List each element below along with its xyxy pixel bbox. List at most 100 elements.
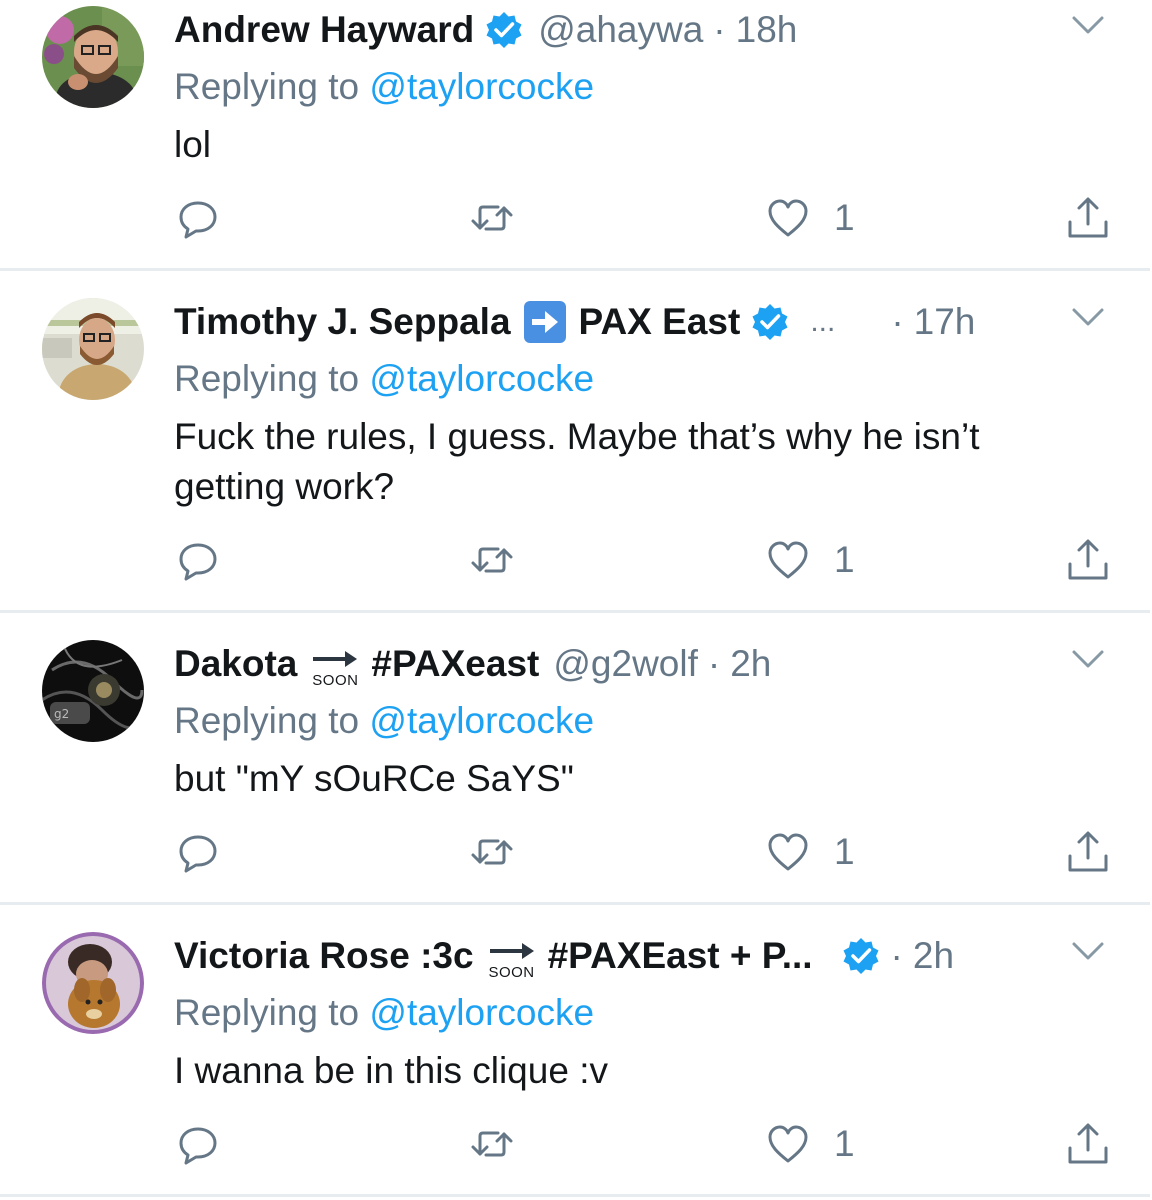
divider <box>0 1194 1150 1197</box>
reply-button[interactable] <box>176 830 220 874</box>
soon-arrow-icon: SOON <box>311 648 359 689</box>
retweet-icon <box>471 547 513 573</box>
chevron-down-icon[interactable] <box>1070 644 1106 674</box>
share-icon <box>1068 1123 1108 1164</box>
svg-text:g2: g2 <box>54 707 69 721</box>
replying-prefix: Replying to <box>174 992 360 1033</box>
divider <box>0 610 1150 613</box>
tweet[interactable]: Andrew Hayward @ahaywa · 18h Replying to… <box>0 0 1152 270</box>
tweet-text: lol <box>174 124 212 165</box>
share-button[interactable] <box>1066 830 1110 874</box>
replying-to: Replying to @taylorcocke <box>174 66 594 108</box>
truncation-ellipsis: ... <box>810 305 836 338</box>
share-icon <box>1068 539 1108 580</box>
mention-link[interactable]: @taylorcocke <box>369 700 594 741</box>
timestamp[interactable]: 2h <box>913 935 954 977</box>
soon-label: SOON <box>488 963 535 981</box>
mention-link[interactable]: @taylorcocke <box>369 66 594 107</box>
tweet[interactable]: Timothy J. Seppala PAX East ... · 17h Re… <box>0 272 1152 610</box>
reply-icon <box>179 201 217 239</box>
avatar[interactable]: g2 <box>42 640 144 742</box>
tweet[interactable]: Victoria Rose :3c SOON #PAXEast + P... ·… <box>0 906 1152 1196</box>
display-name-suffix[interactable]: #PAXeast <box>371 643 539 685</box>
separator-dot: · <box>891 301 904 342</box>
tweet-text: but "mY sOuRCe SaYS" <box>174 758 574 799</box>
tweet-header: Victoria Rose :3c SOON #PAXEast + P... ·… <box>174 932 1042 980</box>
like-count: 1 <box>834 1123 855 1164</box>
retweet-icon <box>471 205 513 231</box>
retweet-icon <box>471 839 513 865</box>
reply-icon <box>179 1127 217 1165</box>
tweet-text: Fuck the rules, I guess. Maybe that’s wh… <box>174 416 980 507</box>
heart-icon <box>768 541 808 579</box>
like-count: 1 <box>834 197 855 238</box>
avatar[interactable] <box>42 932 144 1034</box>
action-bar: 1 <box>0 830 1152 878</box>
reply-button[interactable] <box>176 538 220 582</box>
right-arrow-icon <box>523 300 567 344</box>
display-name[interactable]: Timothy J. Seppala <box>174 301 511 343</box>
retweet-button[interactable] <box>470 1122 514 1166</box>
mention-link[interactable]: @taylorcocke <box>369 992 594 1033</box>
retweet-button[interactable] <box>470 830 514 874</box>
avatar[interactable] <box>42 298 144 400</box>
display-name[interactable]: Andrew Hayward <box>174 9 474 51</box>
display-name-suffix[interactable]: #PAXEast + P... <box>548 935 813 977</box>
share-button[interactable] <box>1066 1122 1110 1166</box>
reply-button[interactable] <box>176 196 220 240</box>
retweet-button[interactable] <box>470 538 514 582</box>
action-bar: 1 <box>0 196 1152 244</box>
timestamp[interactable]: 2h <box>730 643 771 685</box>
chevron-down-icon[interactable] <box>1070 10 1106 40</box>
heart-icon <box>768 1125 808 1163</box>
like-count: 1 <box>834 831 855 872</box>
like-button[interactable]: 1 <box>766 196 855 240</box>
chevron-down-icon[interactable] <box>1070 936 1106 966</box>
like-button[interactable]: 1 <box>766 1122 855 1166</box>
display-name-suffix[interactable]: PAX East <box>579 301 741 343</box>
action-bar: 1 <box>0 1122 1152 1170</box>
tweet-header: Timothy J. Seppala PAX East ... · 17h <box>174 298 1042 346</box>
user-handle[interactable]: @g2wolf <box>553 643 698 685</box>
user-handle[interactable]: @ahaywa <box>538 9 703 51</box>
reply-icon <box>179 543 217 581</box>
timestamp[interactable]: 17h <box>914 301 976 343</box>
soon-arrow-icon: SOON <box>488 940 536 981</box>
share-icon <box>1068 197 1108 238</box>
share-icon <box>1068 831 1108 872</box>
reply-icon <box>179 835 217 873</box>
display-name[interactable]: Victoria Rose :3c <box>174 935 474 977</box>
heart-icon <box>768 833 808 871</box>
replying-prefix: Replying to <box>174 66 360 107</box>
verified-badge-icon <box>484 10 524 50</box>
mention-link[interactable]: @taylorcocke <box>369 358 594 399</box>
tweet-text: I wanna be in this clique :v <box>174 1050 608 1091</box>
reply-button[interactable] <box>176 1122 220 1166</box>
replying-to: Replying to @taylorcocke <box>174 358 594 400</box>
chevron-down-icon[interactable] <box>1070 302 1106 332</box>
avatar[interactable] <box>42 6 144 108</box>
share-button[interactable] <box>1066 196 1110 240</box>
display-name[interactable]: Dakota <box>174 643 297 685</box>
replying-prefix: Replying to <box>174 700 360 741</box>
tweet-header: Dakota SOON #PAXeast @g2wolf · 2h <box>174 640 1042 688</box>
separator-dot: · <box>890 935 903 976</box>
tweet-header: Andrew Hayward @ahaywa · 18h <box>174 6 1042 54</box>
share-button[interactable] <box>1066 538 1110 582</box>
divider <box>0 268 1150 271</box>
soon-label: SOON <box>312 671 359 689</box>
like-button[interactable]: 1 <box>766 538 855 582</box>
tweet[interactable]: g2 Dakota SOON #PAXeast @g2wolf · 2h Rep… <box>0 614 1152 902</box>
replying-to: Replying to @taylorcocke <box>174 992 594 1034</box>
timestamp[interactable]: 18h <box>736 9 798 51</box>
divider <box>0 902 1150 905</box>
action-bar: 1 <box>0 538 1152 586</box>
retweet-icon <box>471 1131 513 1157</box>
verified-badge-icon <box>750 302 790 342</box>
retweet-button[interactable] <box>470 196 514 240</box>
separator-dot: · <box>707 643 721 684</box>
like-button[interactable]: 1 <box>766 830 855 874</box>
heart-icon <box>768 199 808 237</box>
replying-to: Replying to @taylorcocke <box>174 700 594 742</box>
like-count: 1 <box>834 539 855 580</box>
